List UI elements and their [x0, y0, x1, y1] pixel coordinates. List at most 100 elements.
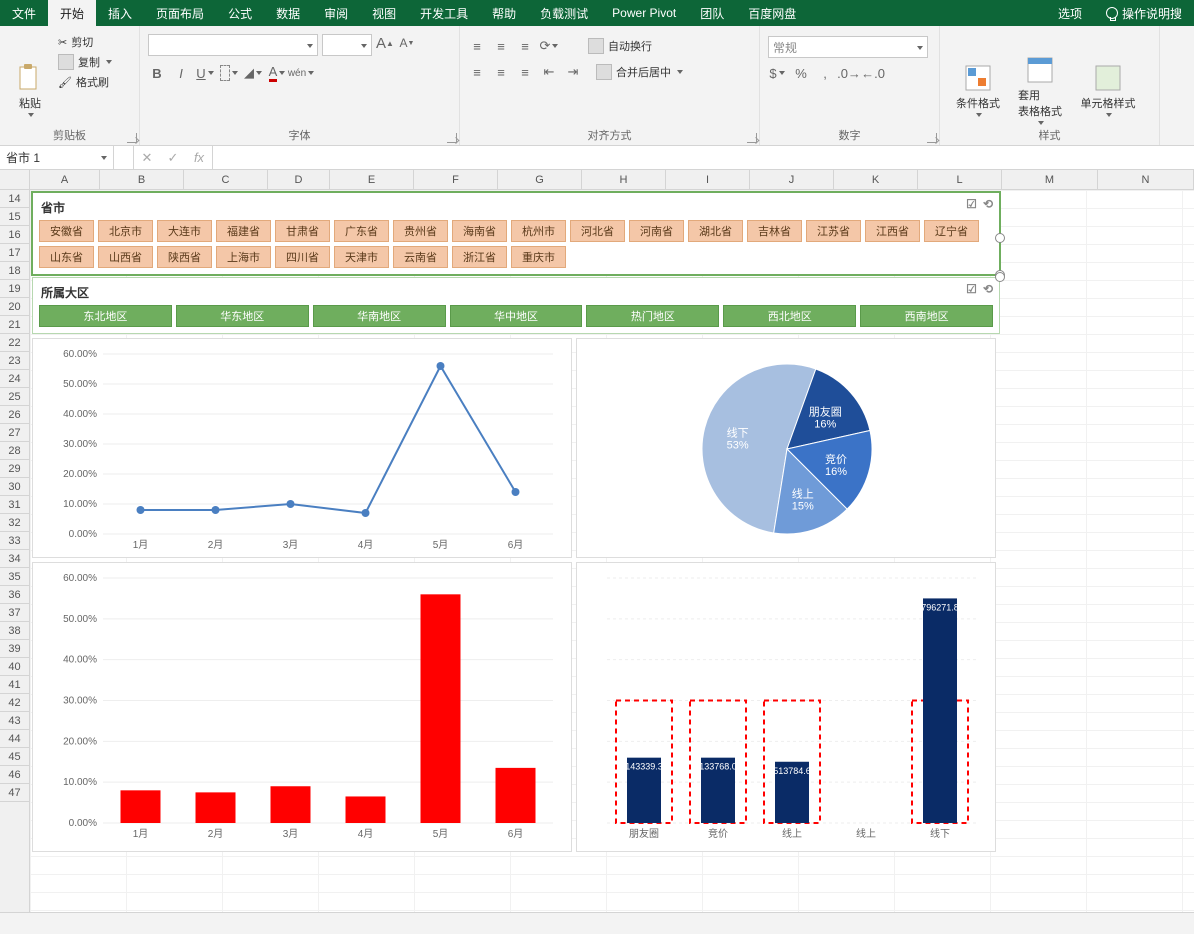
col-header[interactable]: H: [582, 170, 666, 189]
slicer-chip[interactable]: 华中地区: [450, 305, 583, 327]
chart-bar-red[interactable]: 0.00%10.00%20.00%30.00%40.00%50.00%60.00…: [32, 562, 572, 852]
tab-view[interactable]: 视图: [360, 0, 408, 26]
indent-inc-button[interactable]: ⇥: [564, 63, 582, 81]
chart-bar-blue[interactable]: 143339.3朋友圈133768.0竞价513784.6线上线上796271.…: [576, 562, 996, 852]
row-header[interactable]: 38: [0, 622, 29, 640]
number-launcher-icon[interactable]: [927, 133, 937, 143]
align-right-button[interactable]: ≡: [516, 63, 534, 81]
confirm-formula-button[interactable]: ✓: [160, 150, 186, 166]
number-format-combo[interactable]: 常规: [768, 36, 928, 58]
col-header[interactable]: M: [1002, 170, 1098, 189]
col-header[interactable]: K: [834, 170, 918, 189]
underline-button[interactable]: U: [196, 64, 214, 82]
grow-font-button[interactable]: A▲: [376, 34, 394, 52]
row-header[interactable]: 32: [0, 514, 29, 532]
row-header[interactable]: 31: [0, 496, 29, 514]
slicer-chip[interactable]: 福建省: [216, 220, 271, 242]
row-header[interactable]: 23: [0, 352, 29, 370]
copy-button[interactable]: 复制: [54, 52, 116, 72]
col-header[interactable]: J: [750, 170, 834, 189]
slicer-chip[interactable]: 东北地区: [39, 305, 172, 327]
row-header[interactable]: 34: [0, 550, 29, 568]
row-header[interactable]: 47: [0, 784, 29, 802]
bold-button[interactable]: B: [148, 64, 166, 82]
resize-handle-icon[interactable]: [995, 233, 1005, 243]
col-header[interactable]: E: [330, 170, 414, 189]
row-header[interactable]: 16: [0, 226, 29, 244]
font-color-button[interactable]: A: [268, 64, 286, 82]
slicer-province[interactable]: 省市 ☑ ⟲ 安徽省北京市大连市福建省甘肃省广东省贵州省海南省杭州市河北省河南省…: [32, 192, 1000, 275]
slicer-chip[interactable]: 华南地区: [313, 305, 446, 327]
percent-button[interactable]: %: [792, 64, 810, 82]
indent-dec-button[interactable]: ⇤: [540, 63, 558, 81]
slicer-chip[interactable]: 北京市: [98, 220, 153, 242]
align-center-button[interactable]: ≡: [492, 63, 510, 81]
tab-file[interactable]: 文件: [0, 0, 48, 26]
slicer-chip[interactable]: 贵州省: [393, 220, 448, 242]
tab-options[interactable]: 选项: [1046, 0, 1094, 26]
orientation-button[interactable]: ⟳: [540, 37, 558, 55]
align-bottom-button[interactable]: ≡: [516, 37, 534, 55]
slicer-chip[interactable]: 西南地区: [860, 305, 993, 327]
slicer-chip[interactable]: 广东省: [334, 220, 389, 242]
slicer-chip[interactable]: 海南省: [452, 220, 507, 242]
clear-filter-icon[interactable]: ⟲: [983, 282, 993, 296]
row-header[interactable]: 22: [0, 334, 29, 352]
tab-formulas[interactable]: 公式: [216, 0, 264, 26]
formula-input[interactable]: [213, 146, 1194, 169]
tab-page-layout[interactable]: 页面布局: [144, 0, 216, 26]
row-header[interactable]: 44: [0, 730, 29, 748]
slicer-chip[interactable]: 杭州市: [511, 220, 566, 242]
clipboard-launcher-icon[interactable]: [127, 133, 137, 143]
row-header[interactable]: 18: [0, 262, 29, 280]
merge-center-button[interactable]: 合并后居中: [592, 62, 687, 82]
tab-developer[interactable]: 开发工具: [408, 0, 480, 26]
multi-select-icon[interactable]: ☑: [966, 197, 977, 211]
format-painter-button[interactable]: 🖌格式刷: [54, 72, 116, 92]
cancel-formula-button[interactable]: ✕: [134, 150, 160, 166]
slicer-chip[interactable]: 安徽省: [39, 220, 94, 242]
dec-decimal-button[interactable]: ←.0: [864, 64, 882, 82]
font-name-combo[interactable]: [148, 34, 318, 56]
slicer-chip[interactable]: 天津市: [334, 246, 389, 268]
align-left-button[interactable]: ≡: [468, 63, 486, 81]
row-header[interactable]: 14: [0, 190, 29, 208]
col-header[interactable]: N: [1098, 170, 1194, 189]
font-launcher-icon[interactable]: [447, 133, 457, 143]
slicer-chip[interactable]: 辽宁省: [924, 220, 979, 242]
slicer-region[interactable]: 所属大区 ☑ ⟲ 东北地区华东地区华南地区华中地区热门地区西北地区西南地区: [32, 277, 1000, 334]
slicer-chip[interactable]: 河南省: [629, 220, 684, 242]
chart-line[interactable]: 0.00%10.00%20.00%30.00%40.00%50.00%60.00…: [32, 338, 572, 558]
tell-me[interactable]: 操作说明搜: [1094, 0, 1194, 26]
col-header[interactable]: A: [30, 170, 100, 189]
cut-button[interactable]: ✂剪切: [54, 32, 116, 52]
slicer-chip[interactable]: 西北地区: [723, 305, 856, 327]
row-header[interactable]: 45: [0, 748, 29, 766]
row-header[interactable]: 39: [0, 640, 29, 658]
col-header[interactable]: D: [268, 170, 330, 189]
row-header[interactable]: 28: [0, 442, 29, 460]
currency-button[interactable]: $: [768, 64, 786, 82]
clear-filter-icon[interactable]: ⟲: [983, 197, 993, 211]
slicer-chip[interactable]: 重庆市: [511, 246, 566, 268]
resize-handle-icon[interactable]: [995, 272, 1005, 282]
align-launcher-icon[interactable]: [747, 133, 757, 143]
slicer-chip[interactable]: 大连市: [157, 220, 212, 242]
tab-powerpivot[interactable]: Power Pivot: [600, 0, 688, 26]
wrap-text-button[interactable]: 自动换行: [584, 36, 656, 56]
chart-pie[interactable]: 线下53%朋友圈16%竞价16%线上15%: [576, 338, 996, 558]
row-header[interactable]: 20: [0, 298, 29, 316]
fill-color-button[interactable]: ◢: [244, 64, 262, 82]
select-all-corner[interactable]: [0, 170, 30, 190]
row-header[interactable]: 19: [0, 280, 29, 298]
align-top-button[interactable]: ≡: [468, 37, 486, 55]
row-header[interactable]: 37: [0, 604, 29, 622]
row-header[interactable]: 46: [0, 766, 29, 784]
slicer-chip[interactable]: 云南省: [393, 246, 448, 268]
row-header[interactable]: 42: [0, 694, 29, 712]
slicer-chip[interactable]: 浙江省: [452, 246, 507, 268]
col-header[interactable]: C: [184, 170, 268, 189]
slicer-chip[interactable]: 上海市: [216, 246, 271, 268]
align-middle-button[interactable]: ≡: [492, 37, 510, 55]
row-header[interactable]: 27: [0, 424, 29, 442]
